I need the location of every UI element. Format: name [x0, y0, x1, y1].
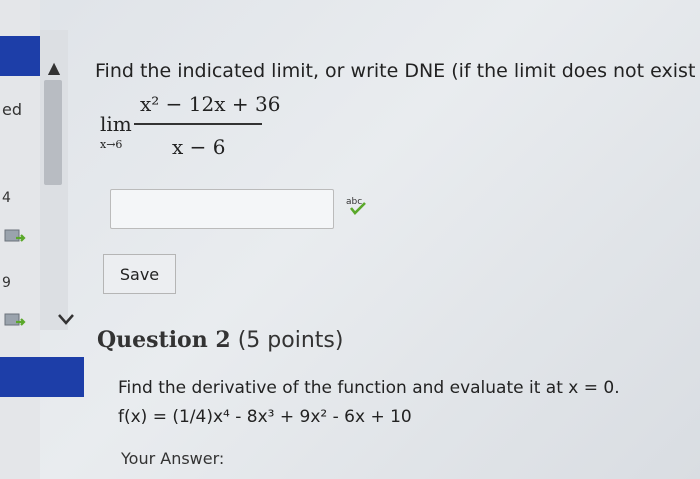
question-2-formula: f(x) = (1/4)x⁴ - 8x³ + 9x² - 6x + 10	[118, 407, 412, 427]
question-2-prompt: Find the derivative of the function and …	[118, 378, 620, 398]
current-question-marker[interactable]	[0, 36, 40, 76]
sidebar-question-number-4[interactable]: 4	[2, 190, 11, 206]
scrollbar-thumb[interactable]	[44, 80, 62, 185]
spellcheck-icon[interactable]: abc	[345, 195, 367, 215]
answered-flag-icon[interactable]	[4, 312, 26, 330]
answer-input[interactable]	[110, 189, 334, 229]
save-button[interactable]: Save	[103, 254, 176, 294]
spellcheck-label: abc	[346, 197, 362, 207]
question-2-points: (5 points)	[237, 328, 344, 353]
question-2-title: Question 2 (5 points)	[97, 327, 343, 353]
limit-symbol: lim	[100, 112, 132, 136]
sidebar-highlight-bar	[0, 357, 84, 397]
your-answer-label: Your Answer:	[121, 449, 225, 468]
question-2-heading: Question 2	[97, 327, 231, 353]
question-1-prompt: Find the indicated limit, or write DNE (…	[95, 60, 696, 82]
fraction-numerator: x² − 12x + 36	[140, 92, 281, 116]
fraction-denominator: x − 6	[172, 135, 226, 159]
sidebar-label-ed: ed	[2, 100, 22, 119]
scroll-up-icon[interactable]: ▲	[44, 60, 64, 76]
sidebar-question-number-9[interactable]: 9	[2, 275, 11, 291]
answered-flag-icon[interactable]	[4, 228, 26, 246]
chevron-down-icon[interactable]	[56, 312, 76, 326]
limit-subscript: x→6	[100, 138, 123, 151]
fraction-bar	[134, 123, 262, 125]
